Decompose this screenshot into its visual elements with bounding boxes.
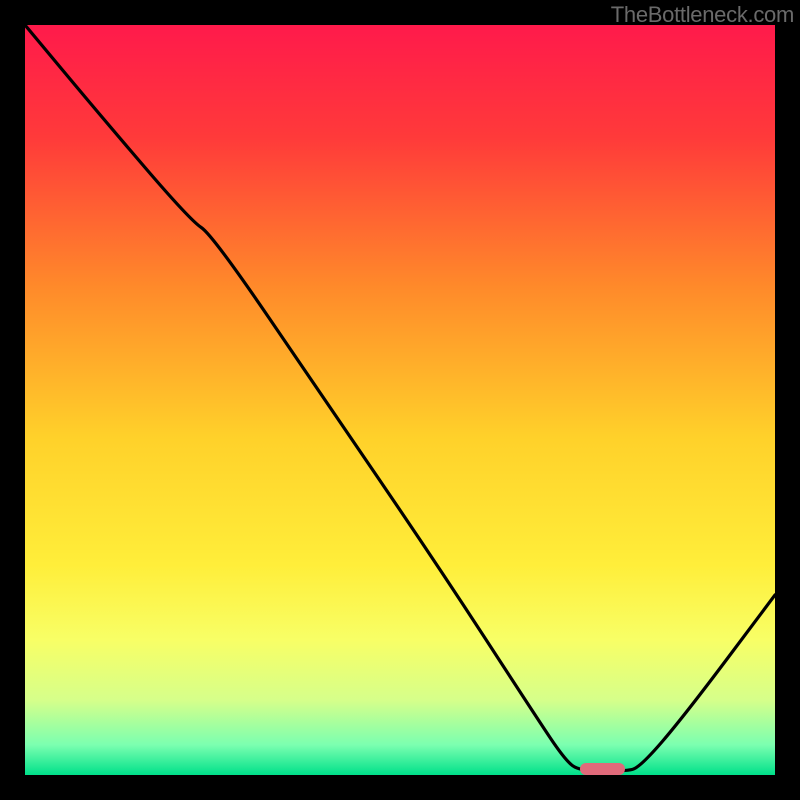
chart-plot-area [25, 25, 775, 775]
chart-curve-layer [25, 25, 775, 775]
optimal-range-marker [580, 763, 625, 775]
bottleneck-curve [25, 25, 775, 771]
